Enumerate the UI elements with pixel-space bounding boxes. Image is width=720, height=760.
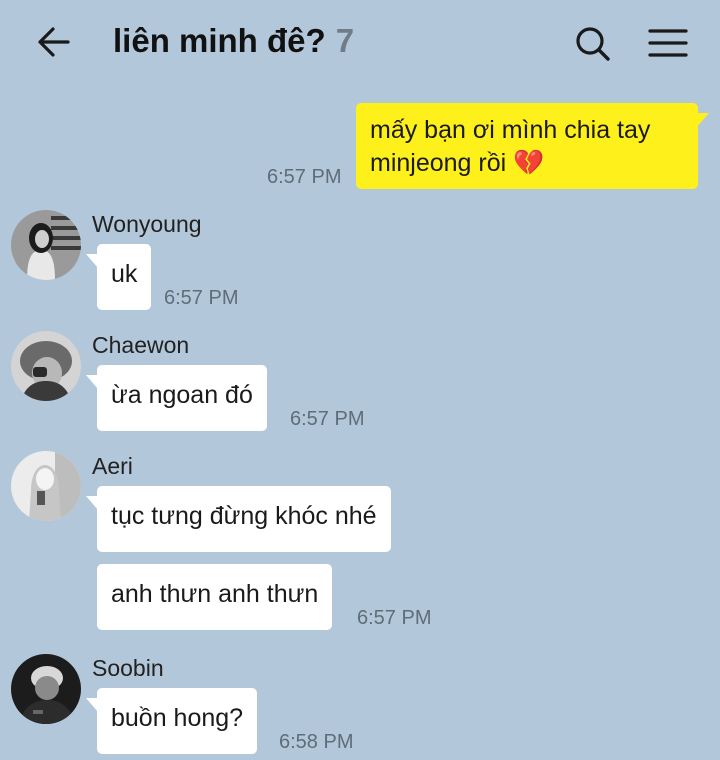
search-button[interactable] bbox=[571, 22, 615, 66]
avatar-soobin[interactable] bbox=[11, 654, 81, 724]
chat-header: liên minh đê? 7 bbox=[0, 0, 720, 86]
member-count: 7 bbox=[335, 22, 355, 59]
avatar-aeri[interactable] bbox=[11, 451, 81, 521]
arrow-left-icon bbox=[38, 27, 70, 57]
message-text: uk bbox=[111, 260, 138, 288]
message-bubble-incoming[interactable]: buồn hong? bbox=[97, 688, 258, 754]
message-timestamp: 6:57 PM bbox=[164, 287, 239, 309]
search-icon bbox=[576, 27, 610, 61]
menu-button[interactable] bbox=[645, 22, 691, 66]
message-text-line: mấy bạn ơi mình chia tay bbox=[370, 116, 651, 144]
message-text: buồn hong? bbox=[111, 704, 244, 732]
message-bubble-outgoing[interactable]: mấy bạn ơi mình chia tay minjeong rồi 💔 bbox=[356, 103, 698, 189]
message-text: tục tưng đừng khóc nhé bbox=[111, 502, 377, 530]
message-bubble-incoming[interactable]: ừa ngoan đó bbox=[97, 365, 267, 431]
sender-name: Wonyoung bbox=[92, 211, 202, 237]
message-bubble-incoming[interactable]: tục tưng đừng khóc nhé bbox=[97, 486, 391, 552]
sender-name: Chaewon bbox=[92, 332, 190, 358]
message-timestamp: 6:57 PM bbox=[290, 408, 365, 430]
message-text: anh thưn anh thưn bbox=[111, 580, 319, 608]
avatar-wonyoung[interactable] bbox=[11, 210, 81, 280]
bubble-tail bbox=[697, 113, 709, 127]
sender-name: Soobin bbox=[92, 655, 164, 681]
message-timestamp: 6:57 PM bbox=[267, 166, 342, 188]
back-button[interactable] bbox=[30, 22, 78, 62]
message-bubble-incoming[interactable]: anh thưn anh thưn bbox=[97, 564, 333, 630]
sender-name: Aeri bbox=[92, 453, 133, 479]
message-text: ừa ngoan đó bbox=[111, 381, 253, 409]
chat-title: liên minh đê? bbox=[113, 22, 326, 59]
chat-title-area[interactable]: liên minh đê? 7 bbox=[113, 22, 354, 66]
message-timestamp: 6:57 PM bbox=[357, 607, 432, 629]
avatar-chaewon[interactable] bbox=[11, 331, 81, 401]
message-timestamp: 6:58 PM bbox=[279, 731, 354, 753]
message-text-line: minjeong rồi 💔 bbox=[370, 149, 545, 177]
hamburger-menu-icon bbox=[648, 29, 688, 57]
message-bubble-incoming[interactable]: uk bbox=[97, 244, 152, 310]
